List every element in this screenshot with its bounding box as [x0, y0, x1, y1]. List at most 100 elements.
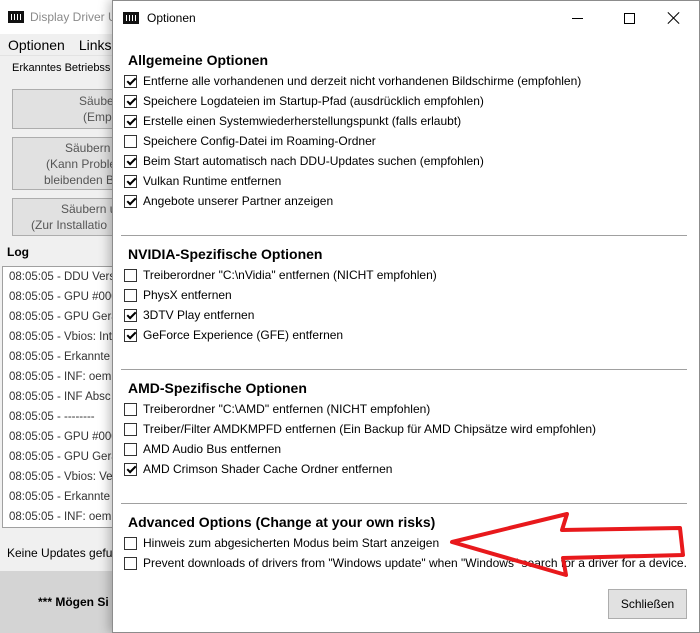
separator [121, 369, 687, 371]
option-row[interactable]: Hinweis zum abgesicherten Modus beim Sta… [121, 533, 687, 553]
minimize-button[interactable] [553, 1, 601, 35]
log-line: 08:05:05 - GPU Gerä [9, 311, 118, 323]
detected-os-label: Erkanntes Betriebss [12, 62, 111, 74]
log-line: 08:05:05 - Erkannte [9, 351, 111, 363]
option-label: 3DTV Play entfernen [143, 308, 255, 322]
option-row[interactable]: Angebote unserer Partner anzeigen [121, 191, 687, 211]
options-dialog: Optionen Allgemeine Optionen Entferne all… [112, 0, 700, 633]
dialog-titlebar: Optionen [113, 1, 699, 35]
option-row[interactable]: Prevent downloads of drivers from "Windo… [121, 553, 687, 573]
option-row[interactable]: Treiber/Filter AMDKMPFD entfernen (Ein B… [121, 419, 687, 439]
option-row[interactable]: PhysX entfernen [121, 285, 687, 305]
separator [121, 503, 687, 505]
log-list[interactable]: 08:05:05 - DDU Vers 08:05:05 - GPU #000 08… [2, 266, 118, 528]
section-heading: Allgemeine Optionen [128, 52, 269, 68]
option-row[interactable]: 3DTV Play entfernen [121, 305, 687, 325]
option-label: Vulkan Runtime entfernen [143, 174, 282, 188]
dialog-title: Optionen [147, 11, 196, 25]
close-icon [667, 11, 681, 25]
button-line: Säubern u [61, 202, 117, 216]
section-heading: Advanced Options (Change at your own ris… [128, 514, 436, 530]
schliessen-button[interactable]: Schließen [608, 589, 687, 619]
log-line: 08:05:05 - GPU #000 [9, 431, 118, 443]
checkbox-unchecked-icon[interactable] [124, 288, 137, 302]
close-window-button[interactable] [650, 1, 698, 35]
log-line: 08:05:05 - INF Absc [9, 391, 111, 403]
option-row[interactable]: GeForce Experience (GFE) entfernen [121, 325, 687, 345]
button-line: (Emp [83, 110, 112, 124]
section-amd: AMD-Spezifische Optionen Treiberordner "C… [121, 379, 687, 479]
checkbox-unchecked-icon[interactable] [124, 268, 137, 282]
option-row[interactable]: AMD Crimson Shader Cache Ordner entferne… [121, 459, 687, 479]
log-line: 08:05:05 - INF: oem [9, 511, 112, 523]
log-line: 08:05:05 - GPU #000 [9, 291, 118, 303]
option-label: AMD Crimson Shader Cache Ordner entferne… [143, 462, 393, 476]
checkbox-checked-icon[interactable] [124, 154, 137, 168]
checkbox-checked-icon[interactable] [124, 114, 137, 128]
checkbox-unchecked-icon[interactable] [124, 134, 137, 148]
option-row[interactable]: Vulkan Runtime entfernen [121, 171, 687, 191]
option-label: Treiber/Filter AMDKMPFD entfernen (Ein B… [143, 422, 597, 436]
clean-restart-button[interactable]: Säube (Emp [12, 89, 117, 129]
log-line: 08:05:05 - INF: oem [9, 371, 112, 383]
checkbox-checked-icon[interactable] [124, 74, 137, 88]
menu-links[interactable]: Links [79, 37, 112, 53]
option-label: Treiberordner "C:\nVidia" entfernen (NIC… [143, 268, 437, 282]
footer-message: *** Mögen Si [0, 571, 117, 633]
checkbox-checked-icon[interactable] [124, 308, 137, 322]
option-row[interactable]: Erstelle einen Systemwiederherstellungsp… [121, 111, 687, 131]
option-row[interactable]: Treiberordner "C:\nVidia" entfernen (NIC… [121, 265, 687, 285]
log-line: 08:05:05 - Vbios: Ve [9, 471, 113, 483]
option-row[interactable]: Treiberordner "C:\AMD" entfernen (NICHT … [121, 399, 687, 419]
option-row[interactable]: Entferne alle vorhandenen und derzeit ni… [121, 71, 687, 91]
checkbox-unchecked-icon[interactable] [124, 442, 137, 456]
option-row[interactable]: Speichere Config-Datei im Roaming-Ordner [121, 131, 687, 151]
option-label: Hinweis zum abgesicherten Modus beim Sta… [143, 536, 440, 550]
checkbox-checked-icon[interactable] [124, 94, 137, 108]
option-label: Prevent downloads of drivers from "Windo… [143, 556, 687, 570]
menu-optionen[interactable]: Optionen [8, 37, 65, 53]
checkbox-checked-icon[interactable] [124, 174, 137, 188]
checkbox-unchecked-icon[interactable] [124, 556, 137, 570]
checkbox-checked-icon[interactable] [124, 194, 137, 208]
checkbox-checked-icon[interactable] [124, 462, 137, 476]
button-line: (Kann Proble [46, 156, 117, 171]
option-row[interactable]: Beim Start automatisch nach DDU-Updates … [121, 151, 687, 171]
minimize-icon [571, 17, 583, 19]
section-general: Allgemeine Optionen Entferne alle vorhand… [121, 51, 687, 211]
clean-shutdown-button[interactable]: Säubern u (Zur Installatio [12, 198, 117, 236]
section-heading: AMD-Spezifische Optionen [128, 380, 307, 396]
option-label: Angebote unserer Partner anzeigen [143, 194, 334, 208]
main-window-title: Display Driver U [30, 10, 117, 24]
maximize-button[interactable] [605, 1, 653, 35]
log-label: Log [7, 245, 29, 259]
log-line: 08:05:05 - Vbios: Int [9, 331, 112, 343]
main-window: Display Driver U Optionen Links Erkannte… [0, 0, 118, 633]
checkbox-unchecked-icon[interactable] [124, 536, 137, 550]
app-icon [8, 11, 24, 23]
log-line: 08:05:05 - GPU Gerä [9, 451, 118, 463]
separator [121, 235, 687, 237]
checkbox-unchecked-icon[interactable] [124, 402, 137, 416]
option-label: Speichere Config-Datei im Roaming-Ordner [143, 134, 376, 148]
option-label: Entferne alle vorhandenen und derzeit ni… [143, 74, 582, 88]
log-line: 08:05:05 - INF N [3, 527, 118, 528]
checkbox-unchecked-icon[interactable] [124, 422, 137, 436]
checkbox-checked-icon[interactable] [124, 328, 137, 342]
button-line: bleibenden B [44, 172, 115, 187]
main-menubar: Optionen Links [0, 34, 117, 56]
option-row[interactable]: Speichere Logdateien im Startup-Pfad (au… [121, 91, 687, 111]
option-label: Beim Start automatisch nach DDU-Updates … [143, 154, 484, 168]
option-row[interactable]: AMD Audio Bus entfernen [121, 439, 687, 459]
clean-no-restart-button[interactable]: Säubern (Kann Proble bleibenden B [12, 137, 117, 190]
section-heading: NVIDIA-Spezifische Optionen [128, 246, 323, 262]
log-line: 08:05:05 - Erkannte [9, 491, 111, 503]
option-label: PhysX entfernen [143, 288, 232, 302]
button-line: Säubern [65, 140, 111, 155]
button-line: (Zur Installatio [31, 218, 108, 232]
main-window-titlebar: Display Driver U [0, 0, 117, 34]
button-line: Säube [79, 94, 114, 108]
app-icon [123, 12, 139, 24]
option-label: GeForce Experience (GFE) entfernen [143, 328, 344, 342]
option-label: Speichere Logdateien im Startup-Pfad (au… [143, 94, 484, 108]
